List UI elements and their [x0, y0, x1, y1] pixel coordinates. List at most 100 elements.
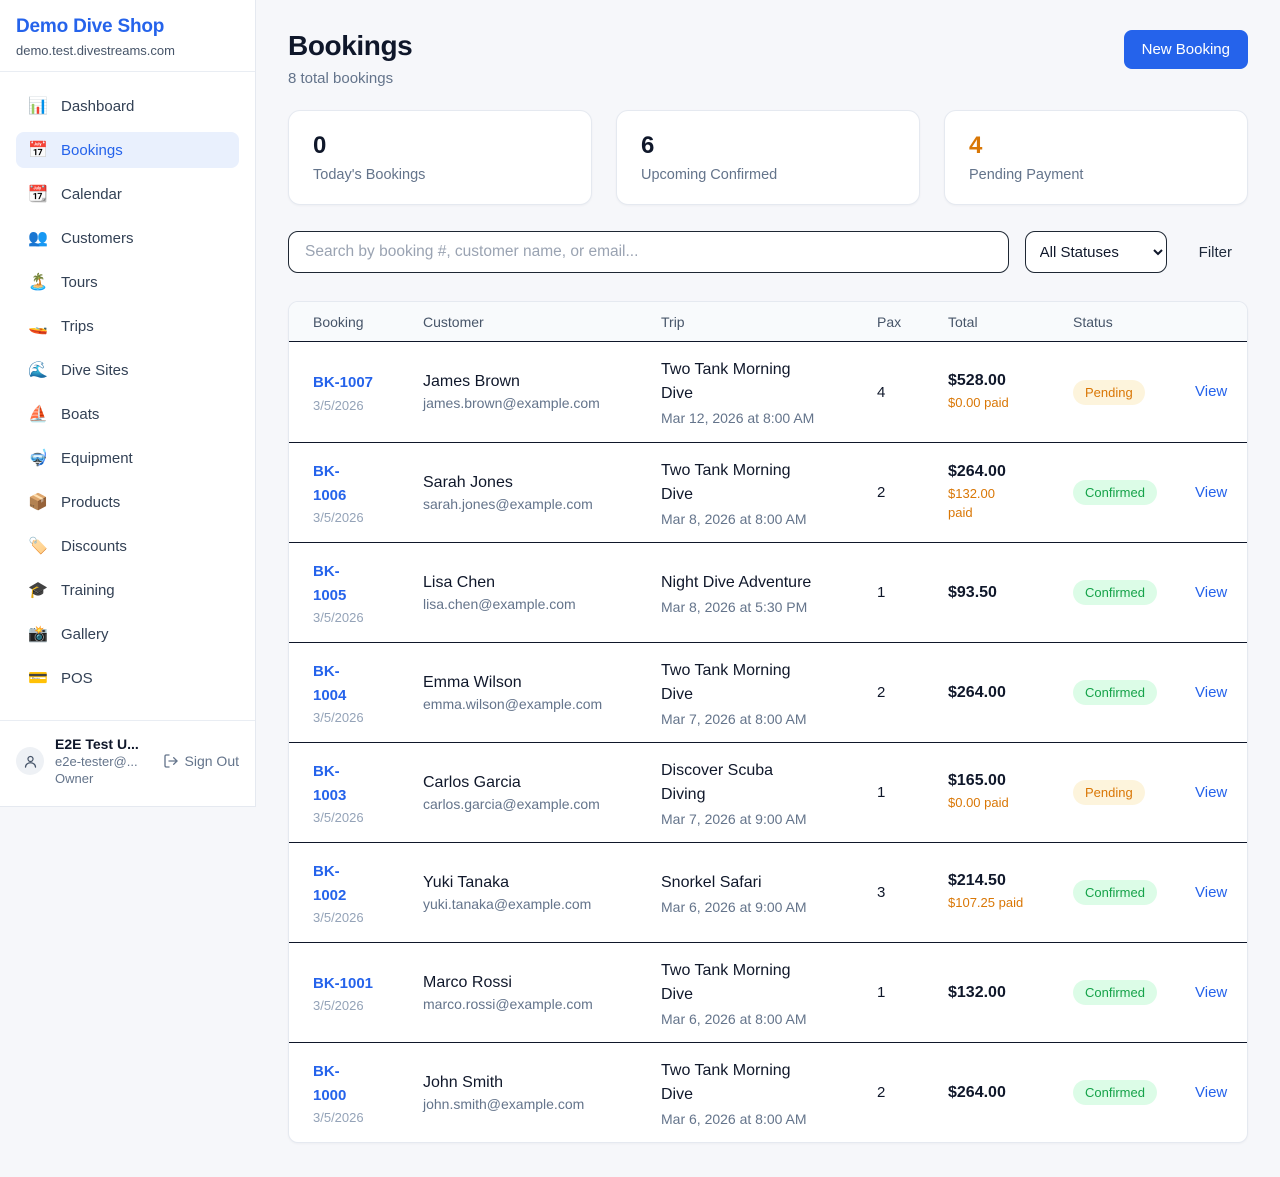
view-link[interactable]: View [1195, 584, 1227, 601]
sidebar-item-bookings[interactable]: 📅 Bookings [16, 132, 239, 168]
customer-name: Yuki Tanaka [423, 874, 661, 892]
filter-button[interactable]: Filter [1183, 236, 1248, 269]
total-amount: $528.00 [948, 372, 1073, 390]
booking-cell: BK-1007 3/5/2026 [313, 371, 423, 412]
customer-email: yuki.tanaka@example.com [423, 896, 661, 912]
booking-date: 3/5/2026 [313, 910, 423, 925]
booking-id-link[interactable]: BK-1007 [313, 371, 373, 394]
new-booking-button[interactable]: New Booking [1124, 30, 1248, 69]
status-cell: Confirmed [1073, 880, 1195, 905]
customer-email: lisa.chen@example.com [423, 596, 661, 612]
customer-email: carlos.garcia@example.com [423, 796, 661, 812]
trip-name: Two Tank Morning Dive [661, 358, 877, 406]
customer-cell: Yuki Tanaka yuki.tanaka@example.com [423, 874, 661, 912]
sidebar-item-dashboard[interactable]: 📊 Dashboard [16, 88, 239, 124]
customer-name: Carlos Garcia [423, 774, 661, 792]
tag-icon: 🏷️ [28, 536, 48, 556]
sidebar-item-gallery[interactable]: 📸 Gallery [16, 616, 239, 652]
status-badge: Confirmed [1073, 680, 1157, 705]
status-badge: Confirmed [1073, 1080, 1157, 1105]
total-cell: $264.00 [948, 684, 1073, 702]
booking-id-link[interactable]: BK- 1003 [313, 760, 346, 807]
view-link[interactable]: View [1195, 383, 1227, 400]
sidebar-item-products[interactable]: 📦 Products [16, 484, 239, 520]
total-cell: $214.50 $107.25 paid [948, 872, 1073, 913]
sidebar-item-calendar[interactable]: 📆 Calendar [16, 176, 239, 212]
view-link[interactable]: View [1195, 1084, 1227, 1101]
customer-cell: Emma Wilson emma.wilson@example.com [423, 674, 661, 712]
status-badge: Confirmed [1073, 480, 1157, 505]
view-link[interactable]: View [1195, 884, 1227, 901]
booking-id-link[interactable]: BK-1001 [313, 972, 373, 995]
sidebar-item-training[interactable]: 🎓 Training [16, 572, 239, 608]
tear-calendar-icon: 📆 [28, 184, 48, 204]
status-badge: Confirmed [1073, 880, 1157, 905]
view-link[interactable]: View [1195, 484, 1227, 501]
customer-cell: Carlos Garcia carlos.garcia@example.com [423, 774, 661, 812]
booking-cell: BK- 1003 3/5/2026 [313, 760, 423, 825]
trip-cell: Two Tank Morning Dive Mar 6, 2026 at 8:0… [661, 1059, 877, 1127]
people-icon: 👥 [28, 228, 48, 248]
sidebar-item-pos[interactable]: 💳 POS [16, 660, 239, 696]
booking-cell: BK-1001 3/5/2026 [313, 972, 423, 1013]
booking-id-link[interactable]: BK- 1004 [313, 660, 346, 707]
column-header-total: Total [948, 314, 1073, 330]
pax-cell: 1 [877, 984, 948, 1001]
customer-name: James Brown [423, 373, 661, 391]
status-badge: Confirmed [1073, 980, 1157, 1005]
customer-email: marco.rossi@example.com [423, 996, 661, 1012]
total-cell: $264.00 [948, 1084, 1073, 1102]
search-input[interactable] [288, 231, 1009, 273]
page-header-text: Bookings 8 total bookings [288, 30, 412, 87]
sidebar-item-trips[interactable]: 🚤 Trips [16, 308, 239, 344]
trip-cell: Two Tank Morning Dive Mar 6, 2026 at 8:0… [661, 959, 877, 1027]
sidebar-item-dive-sites[interactable]: 🌊 Dive Sites [16, 352, 239, 388]
booking-id-link[interactable]: BK- 1005 [313, 560, 346, 607]
sidebar-item-boats[interactable]: ⛵ Boats [16, 396, 239, 432]
paid-amount: $0.00 paid [948, 394, 1073, 413]
total-amount: $93.50 [948, 584, 1073, 602]
total-cell: $165.00 $0.00 paid [948, 772, 1073, 813]
stat-value: 0 [313, 132, 567, 160]
sidebar: Demo Dive Shop demo.test.divestreams.com… [0, 0, 256, 807]
table-row: BK- 1000 3/5/2026 John Smith john.smith@… [289, 1042, 1247, 1142]
booking-date: 3/5/2026 [313, 1110, 423, 1125]
booking-id-link[interactable]: BK- 1006 [313, 460, 346, 507]
credit-card-icon: 💳 [28, 668, 48, 688]
graduation-cap-icon: 🎓 [28, 580, 48, 600]
sidebar-item-label: Training [61, 582, 115, 599]
sidebar-item-equipment[interactable]: 🤿 Equipment [16, 440, 239, 476]
stat-value: 4 [969, 132, 1223, 160]
page-subtitle: 8 total bookings [288, 70, 412, 87]
sidebar-item-discounts[interactable]: 🏷️ Discounts [16, 528, 239, 564]
sidebar-item-tours[interactable]: 🏝️ Tours [16, 264, 239, 300]
avatar [16, 747, 44, 775]
stat-card-pending-payment: 4 Pending Payment [944, 110, 1248, 205]
view-link[interactable]: View [1195, 784, 1227, 801]
stat-label: Pending Payment [969, 167, 1223, 183]
stat-card-todays-bookings: 0 Today's Bookings [288, 110, 592, 205]
view-link[interactable]: View [1195, 984, 1227, 1001]
status-select[interactable]: All Statuses [1025, 231, 1167, 273]
booking-id-link[interactable]: BK- 1002 [313, 860, 346, 907]
actions-cell: View [1195, 984, 1231, 1002]
sign-out-button[interactable]: Sign Out [163, 753, 239, 769]
booking-id-link[interactable]: BK- 1000 [313, 1060, 346, 1107]
customer-email: john.smith@example.com [423, 1096, 661, 1112]
customer-name: Sarah Jones [423, 474, 661, 492]
paid-amount: $132.00 paid [948, 485, 1073, 523]
sidebar-item-label: Gallery [61, 626, 109, 643]
total-cell: $528.00 $0.00 paid [948, 372, 1073, 413]
sidebar-item-customers[interactable]: 👥 Customers [16, 220, 239, 256]
sidebar-item-label: Equipment [61, 450, 133, 467]
total-amount: $264.00 [948, 1084, 1073, 1102]
total-amount: $264.00 [948, 463, 1073, 481]
trip-cell: Discover Scuba Diving Mar 7, 2026 at 9:0… [661, 759, 877, 827]
customer-cell: Lisa Chen lisa.chen@example.com [423, 574, 661, 612]
island-icon: 🏝️ [28, 272, 48, 292]
booking-date: 3/5/2026 [313, 998, 423, 1013]
pax-cell: 2 [877, 1084, 948, 1101]
view-link[interactable]: View [1195, 684, 1227, 701]
booking-cell: BK- 1000 3/5/2026 [313, 1060, 423, 1125]
actions-cell: View [1195, 383, 1231, 401]
